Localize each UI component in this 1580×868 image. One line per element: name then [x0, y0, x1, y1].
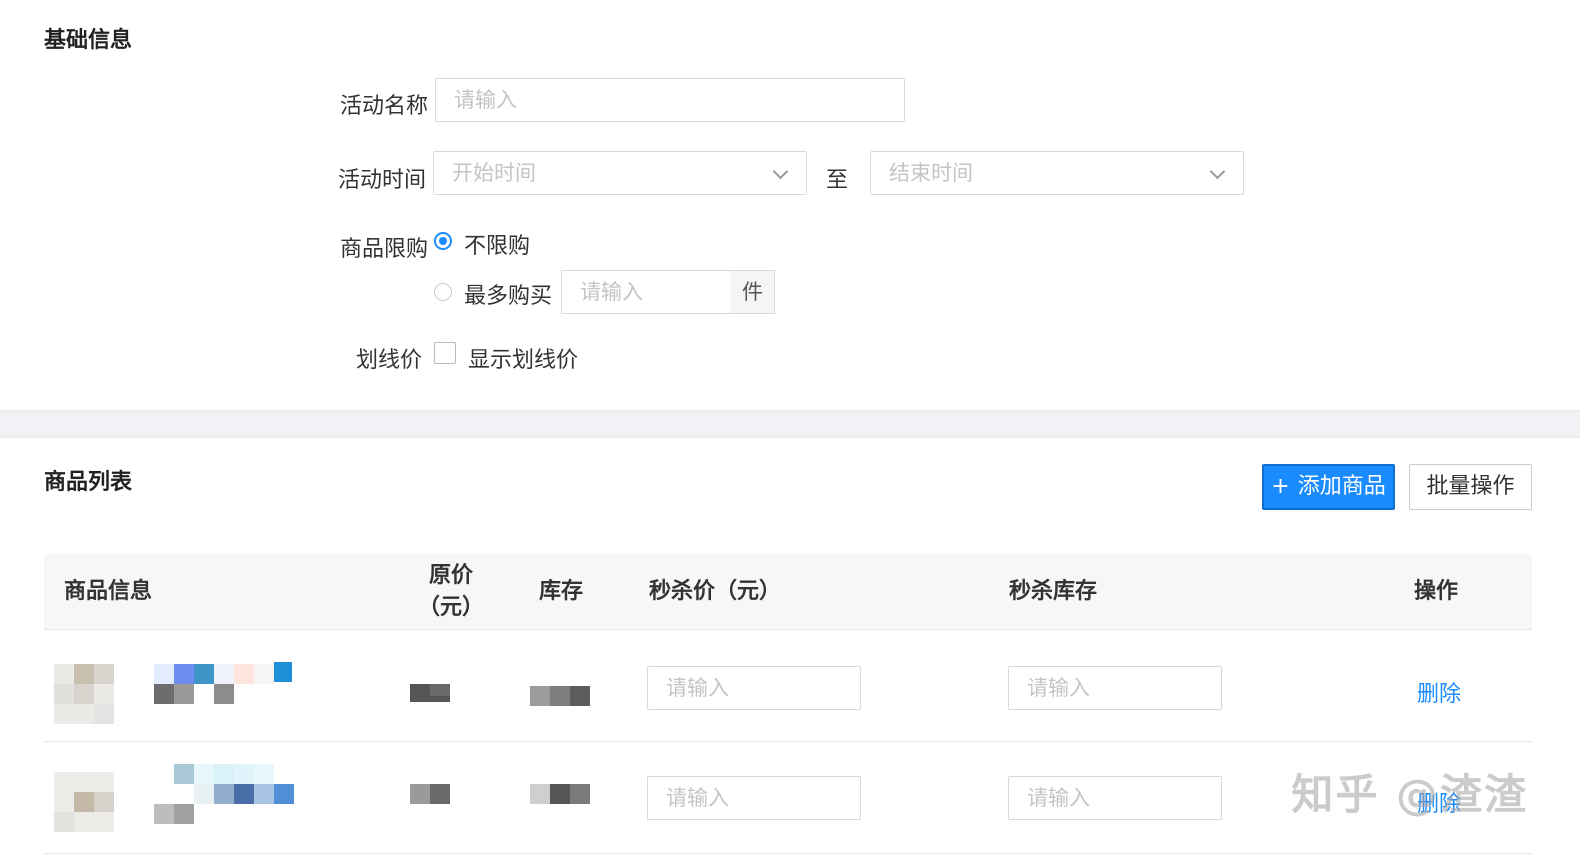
table-header: 商品信息 原价 （元） 库存 秒杀价（元） 秒杀库存 操作 — [44, 554, 1532, 630]
col-action: 操作 — [1414, 579, 1459, 604]
flash-price-input[interactable] — [647, 666, 861, 710]
start-time-picker[interactable]: 开始时间 — [433, 151, 807, 195]
purchase-limit-label: 商品限购 — [339, 237, 428, 262]
col-original-price-line2: （元） — [417, 595, 484, 620]
basic-info-title: 基础信息 — [44, 28, 133, 53]
end-time-picker[interactable]: 结束时间 — [870, 151, 1244, 195]
watermark: 知乎 @渣渣 — [1291, 770, 1528, 819]
table-row: 删除 — [44, 630, 1532, 742]
col-product-info: 商品信息 — [64, 579, 153, 604]
radio-max-purchase[interactable] — [434, 283, 452, 301]
radio-unlimited-label[interactable]: 不限购 — [464, 228, 530, 260]
product-name-blurred — [134, 660, 294, 706]
activity-name-input[interactable] — [435, 78, 905, 122]
add-product-button[interactable]: + 添加商品 — [1262, 464, 1395, 510]
col-original-price: 原价 （元） — [406, 560, 496, 624]
stock-blurred — [530, 784, 590, 804]
col-original-price-line1: 原价 — [428, 563, 473, 588]
radio-max-purchase-label[interactable]: 最多购买 — [464, 278, 552, 310]
col-flash-stock: 秒杀库存 — [1009, 579, 1098, 604]
stock-blurred — [530, 686, 590, 706]
col-stock: 库存 — [539, 579, 584, 604]
show-strike-price-label[interactable]: 显示划线价 — [468, 342, 578, 374]
time-separator: 至 — [826, 168, 849, 193]
max-purchase-input[interactable] — [561, 270, 732, 314]
batch-operation-button[interactable]: 批量操作 — [1409, 464, 1532, 510]
original-price-blurred — [410, 784, 450, 804]
delete-link[interactable]: 删除 — [1417, 676, 1461, 708]
chevron-down-icon — [1209, 163, 1226, 180]
start-time-placeholder: 开始时间 — [452, 161, 536, 185]
product-thumbnail — [54, 664, 114, 724]
section-divider — [0, 410, 1580, 438]
original-price-blurred — [410, 684, 450, 702]
col-flash-price: 秒杀价（元） — [649, 579, 782, 604]
flash-stock-input[interactable] — [1008, 666, 1222, 710]
unit-addon: 件 — [731, 270, 775, 314]
show-strike-price-checkbox[interactable] — [434, 342, 456, 364]
add-product-label: 添加商品 — [1297, 474, 1386, 499]
end-time-placeholder: 结束时间 — [889, 161, 973, 185]
activity-name-label: 活动名称 — [339, 94, 428, 119]
flash-price-input[interactable] — [647, 776, 861, 820]
product-list-title: 商品列表 — [44, 470, 133, 495]
chevron-down-icon — [772, 163, 789, 180]
plus-icon: + — [1271, 474, 1290, 499]
activity-time-label: 活动时间 — [337, 168, 426, 193]
product-name-blurred — [134, 764, 294, 826]
product-thumbnail — [54, 772, 114, 832]
flash-stock-input[interactable] — [1008, 776, 1222, 820]
strike-price-label: 划线价 — [355, 348, 422, 373]
radio-unlimited[interactable] — [434, 232, 452, 250]
